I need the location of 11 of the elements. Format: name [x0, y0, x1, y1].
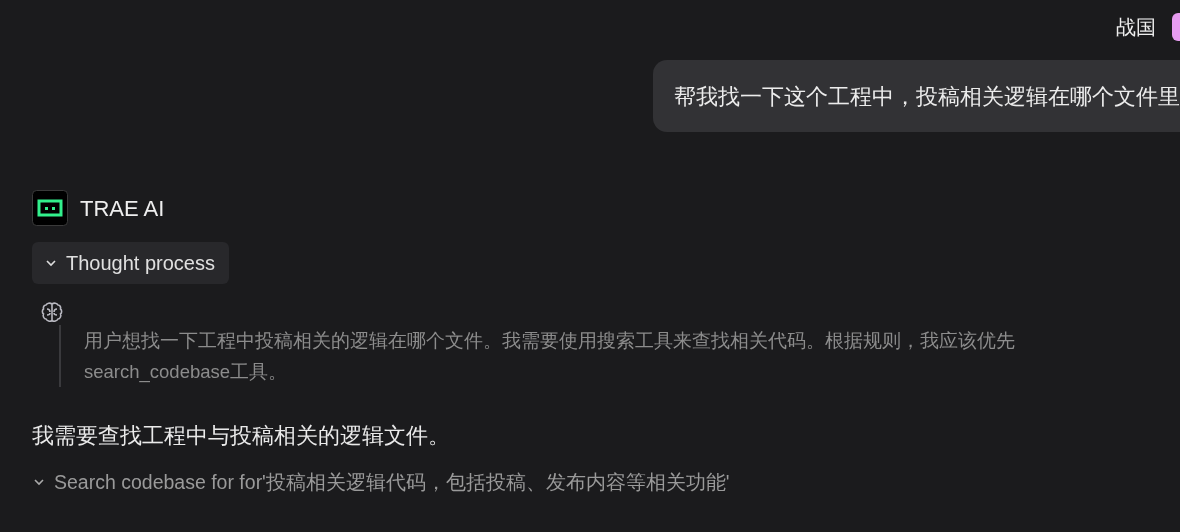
user-name: 战国	[1116, 15, 1156, 40]
avatar[interactable]	[1172, 13, 1180, 41]
reply-text: 我需要查找工程中与投稿相关的逻辑文件。	[32, 421, 451, 450]
thought-toggle[interactable]: Thought process	[32, 242, 229, 284]
thought-text: 用户想找一下工程中投稿相关的逻辑在哪个文件。我需要使用搜索工具来查找相关代码。根据规则，我应该优先	[84, 328, 1016, 353]
tool-call-toggle[interactable]: Search codebase for for'投稿相关逻辑代码，包括投稿、发布内容等相关功能'	[32, 467, 730, 497]
brain-icon	[40, 300, 64, 325]
message-bubble: 帮我找一下这个工程中，投稿相关逻辑在哪个文件里	[653, 60, 1180, 132]
logo-icon	[32, 190, 68, 226]
thought-text: search_codebase工具。	[84, 359, 289, 385]
assistant-name: TRAE AI	[80, 194, 165, 223]
